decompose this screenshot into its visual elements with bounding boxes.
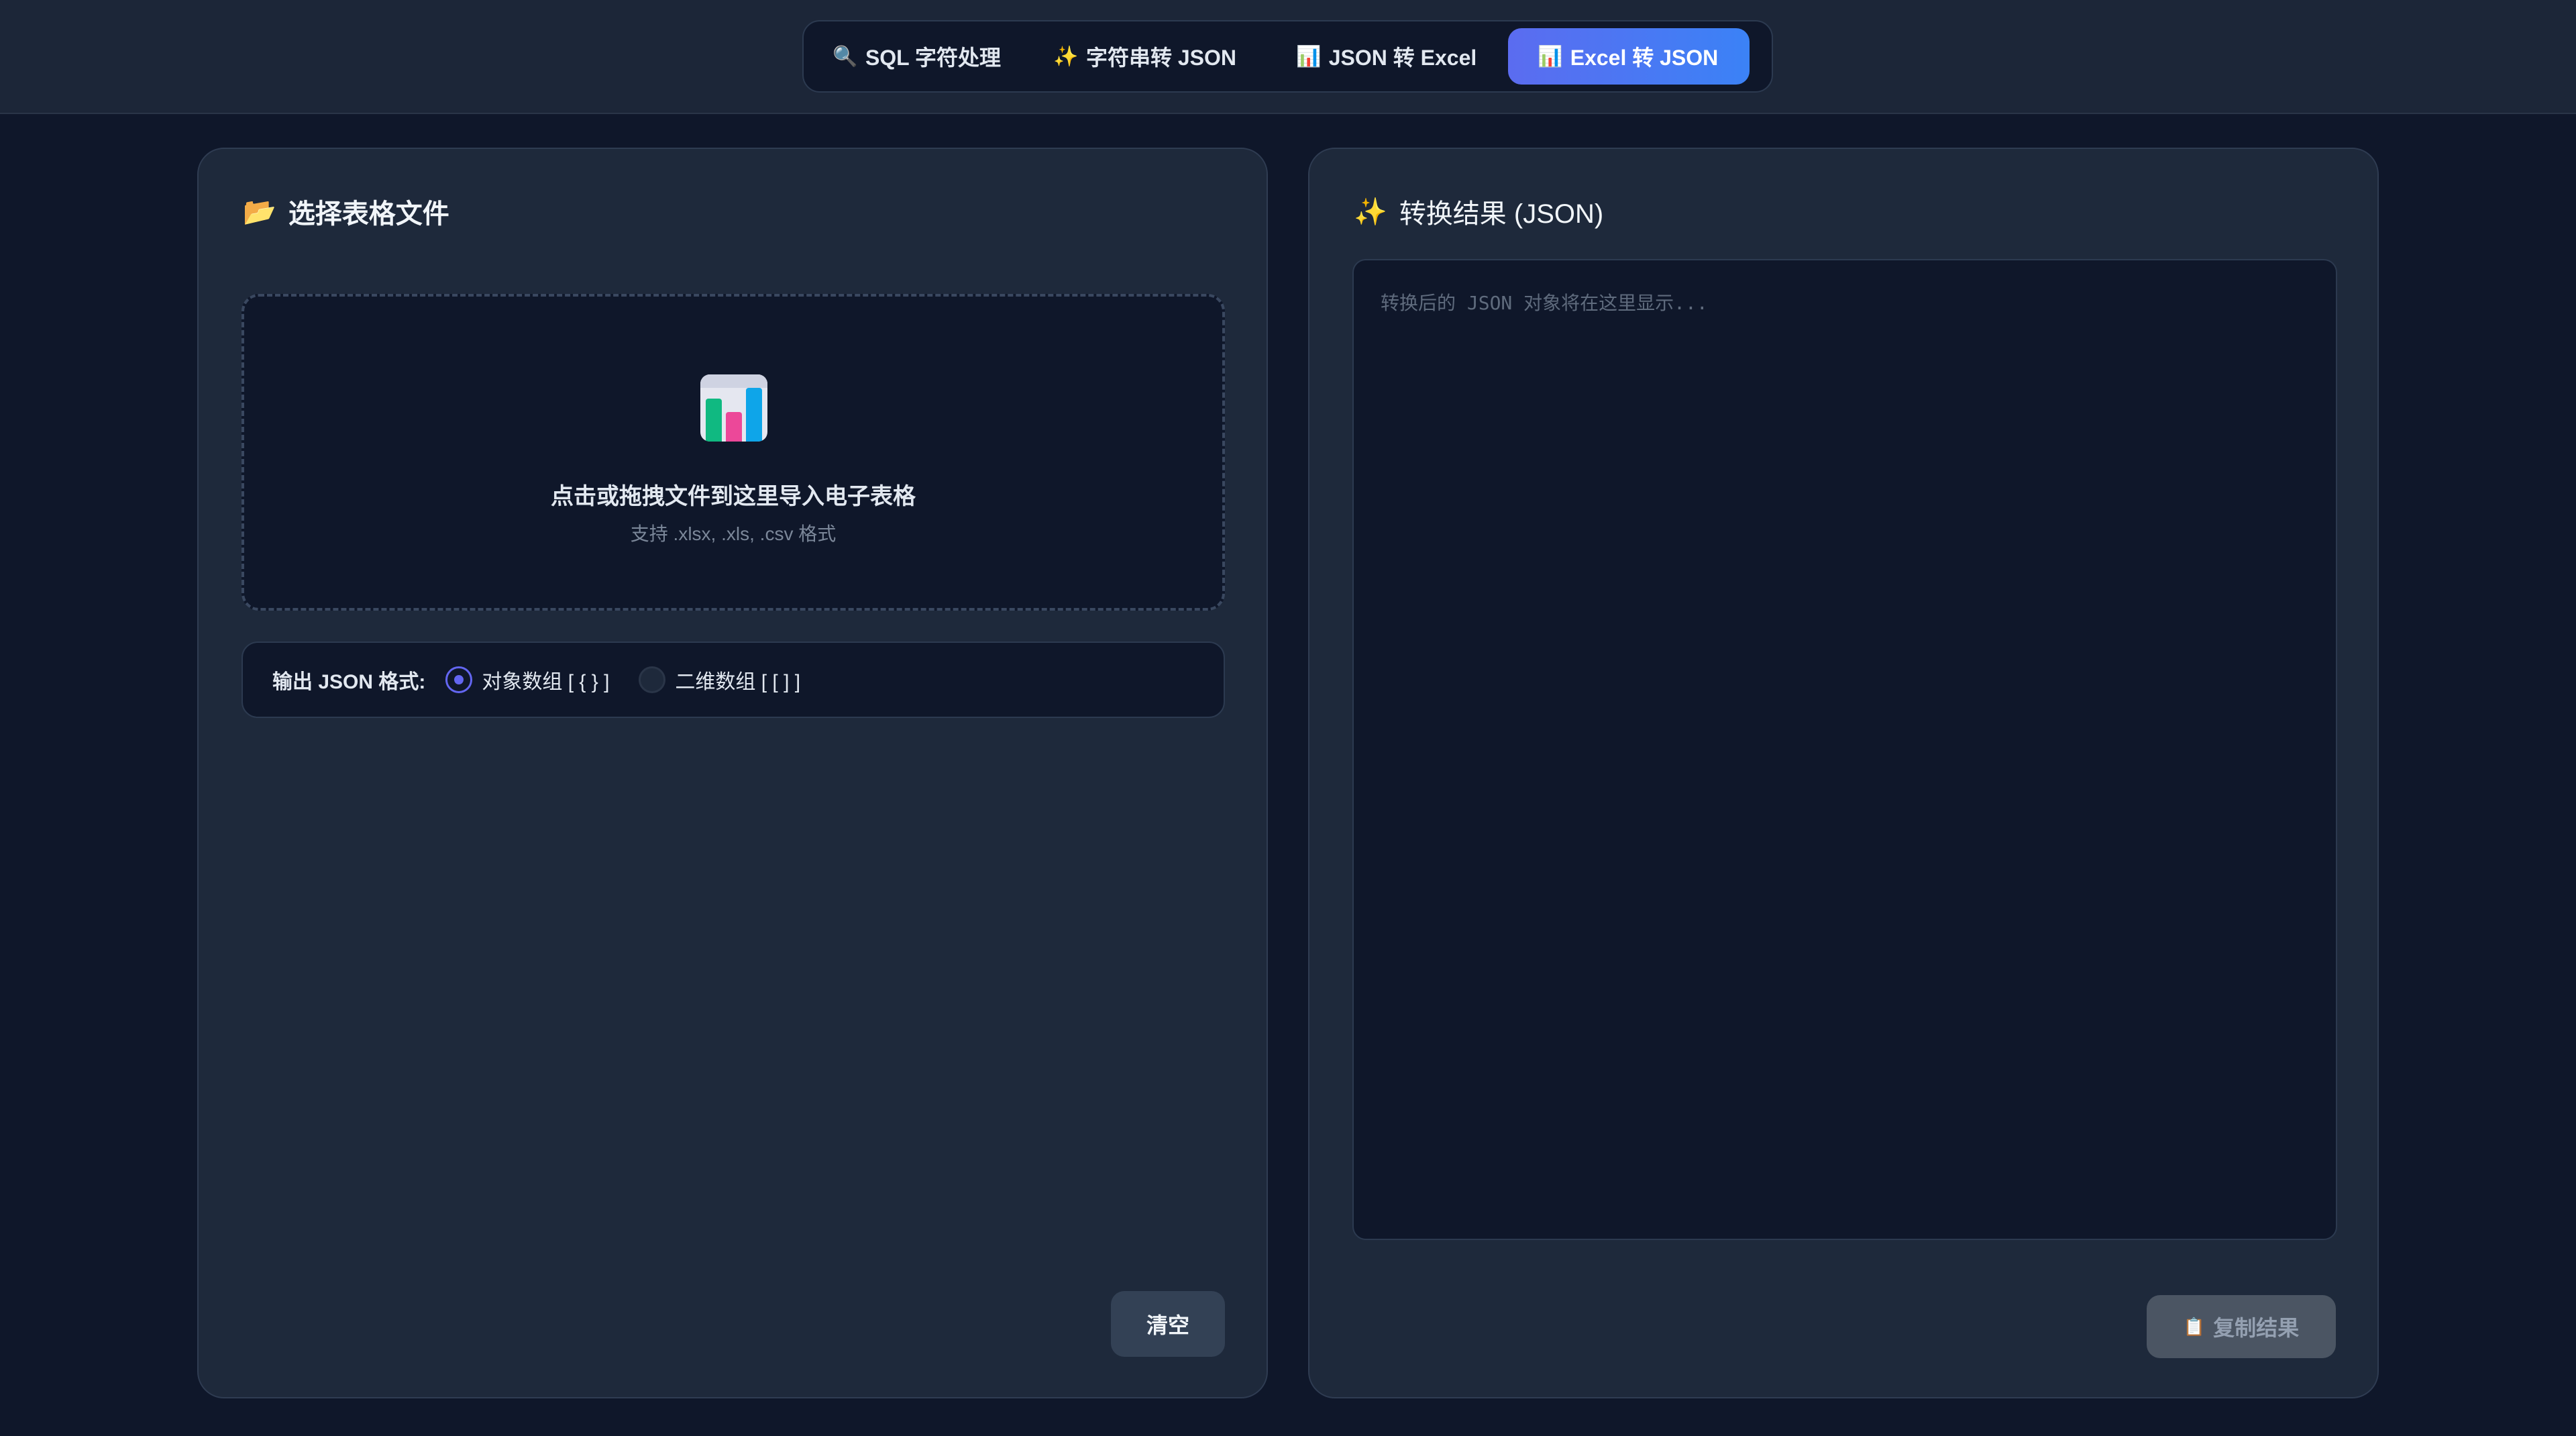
- radio-dot[interactable]: [639, 666, 666, 693]
- format-label: 输出 JSON 格式:: [272, 671, 426, 693]
- tab-sql-processing[interactable]: 🔍 SQL 字符处理: [810, 28, 1025, 85]
- tab-label: Excel 转 JSON: [1570, 46, 1719, 70]
- clipboard-icon: 📋: [2183, 1316, 2206, 1337]
- json-output-textarea[interactable]: [1352, 259, 2337, 1240]
- panel-title: 📂 选择表格文件: [243, 192, 449, 231]
- tab-label: SQL 字符处理: [865, 46, 1002, 70]
- tab-string-to-json[interactable]: ✨ 字符串转 JSON: [1025, 28, 1267, 85]
- bar-chart-icon: 📊: [1296, 45, 1322, 68]
- json-format-options: 输出 JSON 格式: 对象数组 [ { } ] 二维数组 [ [ ] ]: [241, 642, 1225, 718]
- copy-result-button[interactable]: 📋 复制结果: [2147, 1295, 2336, 1358]
- dropzone-subtitle: 支持 .xlsx, .xls, .csv 格式: [630, 523, 837, 544]
- tool-tabs: 🔍 SQL 字符处理 ✨ 字符串转 JSON 📊 JSON 转 Excel 📊 …: [802, 20, 1773, 93]
- panel-title-text: 转换结果 (JSON): [1399, 199, 1604, 229]
- panel-title-text: 选择表格文件: [288, 199, 449, 229]
- clear-button[interactable]: 清空: [1111, 1291, 1225, 1357]
- radio-label: 二维数组 [ [ ] ]: [675, 671, 801, 693]
- magnifier-icon: 🔍: [833, 45, 858, 68]
- sparkles-icon: ✨: [1053, 45, 1079, 68]
- dropzone-title: 点击或拖拽文件到这里导入电子表格: [551, 484, 916, 509]
- radio-dot[interactable]: [445, 666, 473, 693]
- result-panel: ✨ 转换结果 (JSON) 📋 复制结果: [1308, 148, 2379, 1398]
- copy-label: 复制结果: [2213, 1316, 2300, 1340]
- bar-chart-icon: [700, 374, 767, 442]
- sparkles-icon: ✨: [1354, 197, 1387, 227]
- top-navigation-bar: 🔍 SQL 字符处理 ✨ 字符串转 JSON 📊 JSON 转 Excel 📊 …: [0, 0, 2576, 114]
- radio-label: 对象数组 [ { } ]: [482, 671, 610, 693]
- panel-title: ✨ 转换结果 (JSON): [1354, 192, 1603, 231]
- tab-excel-to-json[interactable]: 📊 Excel 转 JSON: [1508, 28, 1750, 85]
- tab-label: JSON 转 Excel: [1328, 46, 1477, 70]
- tab-label: 字符串转 JSON: [1085, 46, 1237, 70]
- radio-2d-array[interactable]: 二维数组 [ [ ] ]: [639, 665, 800, 695]
- radio-object-array[interactable]: 对象数组 [ { } ]: [445, 665, 609, 695]
- bar-chart-icon: 📊: [1538, 45, 1563, 68]
- folder-icon: 📂: [243, 197, 276, 227]
- file-select-panel: 📂 选择表格文件 点击或拖拽文件到这里导入电子表格 支持 .xlsx, .xls…: [197, 148, 1268, 1398]
- file-dropzone[interactable]: 点击或拖拽文件到这里导入电子表格 支持 .xlsx, .xls, .csv 格式: [241, 294, 1225, 611]
- tab-json-to-excel[interactable]: 📊 JSON 转 Excel: [1267, 28, 1508, 85]
